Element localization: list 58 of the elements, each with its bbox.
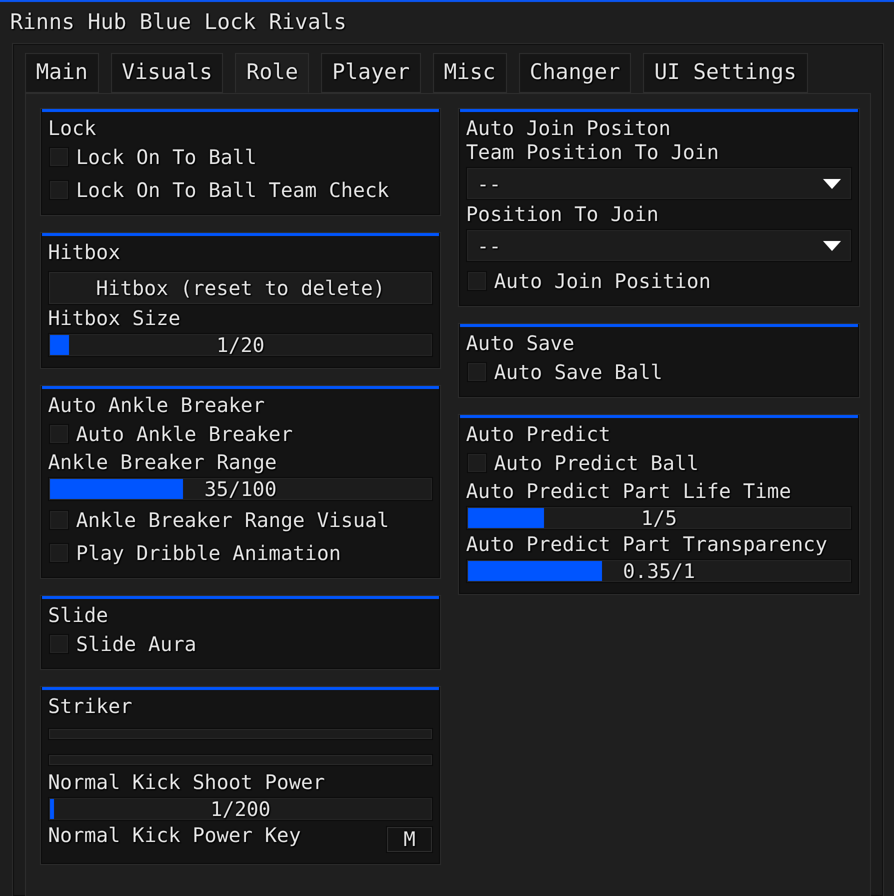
checkbox-label: Slide Aura: [76, 632, 196, 656]
slider-track[interactable]: 0.35/1: [466, 559, 852, 583]
caret-down-icon: [823, 240, 841, 250]
option-label: Team Position To Join: [466, 140, 719, 164]
checkbox-label: Auto Ankle Breaker: [76, 422, 293, 446]
tab[interactable]: Player: [321, 53, 421, 93]
slider-value: 35/100: [204, 478, 277, 500]
dropdown[interactable]: --: [466, 229, 852, 262]
keybind-button[interactable]: M: [386, 826, 433, 852]
tab[interactable]: Main: [25, 53, 99, 93]
checkbox-label: Lock On To Ball: [76, 144, 257, 168]
checkbox-label: Auto Save Ball: [494, 360, 663, 384]
caret-down-icon: [823, 178, 841, 188]
option-label: Hitbox Size: [48, 306, 180, 330]
group-title: Auto Save: [466, 331, 576, 355]
slider-value: 1/20: [216, 334, 265, 356]
checkbox-label: Ankle Breaker Range Visual: [76, 508, 390, 532]
slider-value: 0.35/1: [622, 560, 696, 582]
checkbox-label: Lock On To Ball Team Check: [76, 178, 390, 202]
checkbox-label: Auto Join Position: [494, 268, 711, 292]
option-label: Normal Kick Shoot Power: [48, 770, 325, 794]
checkbox-label: Auto Predict Ball: [494, 450, 699, 474]
slider-value: 1/5: [640, 507, 678, 529]
slider-track[interactable]: 1/5: [466, 506, 852, 530]
group-title: Hitbox: [48, 240, 122, 264]
checkbox[interactable]: [49, 180, 69, 200]
slider-track[interactable]: 35/100: [48, 477, 433, 501]
checkbox[interactable]: [49, 424, 69, 444]
checkbox[interactable]: [49, 542, 69, 562]
group-title: Auto Ankle Breaker: [48, 393, 266, 417]
option-label: Ankle Breaker Range: [48, 450, 277, 474]
group-title: Slide: [48, 603, 110, 627]
group-title: Lock: [48, 116, 98, 140]
group-title: Auto Join Positon: [466, 116, 672, 140]
checkbox[interactable]: [49, 634, 69, 654]
tab[interactable]: Changer: [518, 53, 632, 93]
checkbox[interactable]: [467, 452, 487, 472]
tab[interactable]: Visuals: [110, 53, 224, 93]
tab[interactable]: Role: [235, 53, 310, 93]
checkbox[interactable]: [467, 362, 487, 382]
slider-track[interactable]: 1/20: [48, 333, 433, 357]
option-label: Auto Predict Part Transparency: [466, 532, 828, 556]
action-button[interactable]: Hitbox (reset to delete): [48, 271, 433, 305]
checkbox[interactable]: [467, 270, 487, 290]
dropdown[interactable]: --: [466, 167, 852, 200]
tab[interactable]: Misc: [432, 53, 507, 93]
group-title: Auto Predict: [466, 422, 612, 446]
slider-value: 1/200: [210, 798, 271, 820]
tab[interactable]: UI Settings: [643, 53, 808, 93]
checkbox[interactable]: [49, 146, 69, 166]
checkbox[interactable]: [49, 510, 69, 530]
option-label: Normal Kick Power Key: [48, 823, 301, 847]
checkbox-label: Play Dribble Animation: [76, 540, 341, 564]
option-label: Auto Predict Part Life Time: [466, 479, 792, 503]
window-title: Rinns Hub Blue Lock Rivals: [10, 10, 347, 34]
slider-track[interactable]: 1/200: [48, 797, 433, 821]
group-title: Striker: [48, 694, 134, 718]
option-label: Position To Join: [466, 202, 659, 226]
